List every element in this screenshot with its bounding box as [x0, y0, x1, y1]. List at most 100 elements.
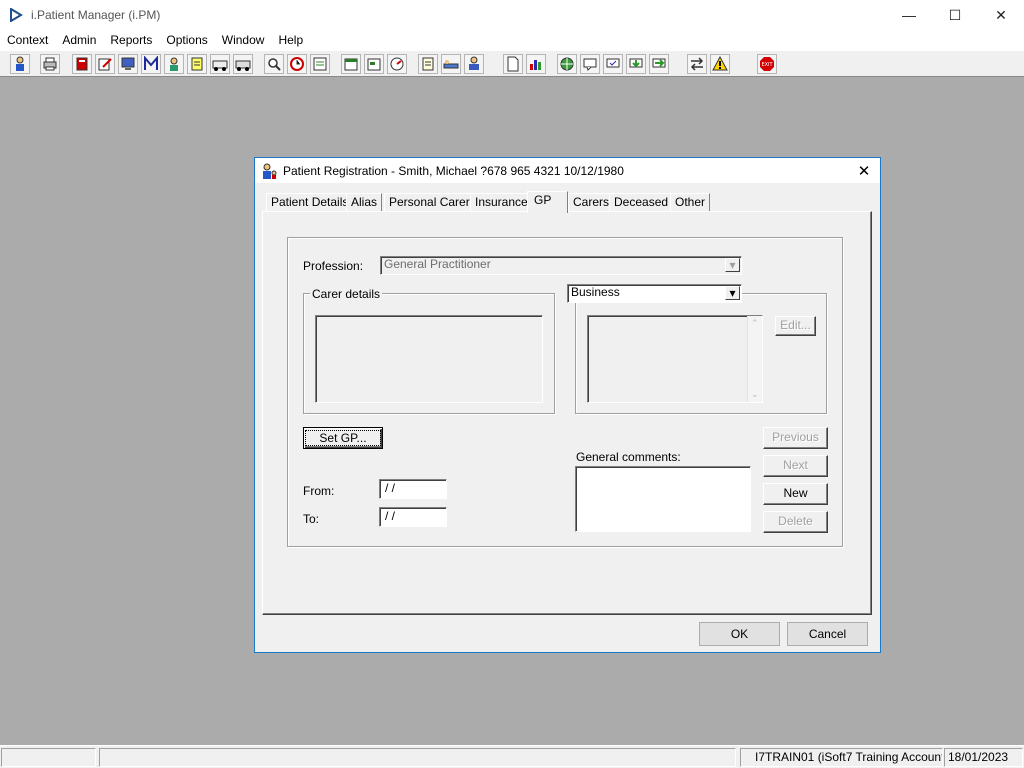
general-comments-label: General comments: — [576, 450, 681, 464]
form-icon — [367, 58, 381, 71]
cancel-button[interactable]: Cancel — [787, 622, 868, 646]
set-gp-button[interactable]: Set GP... — [303, 427, 383, 449]
chevron-down-icon[interactable]: ▾ — [725, 286, 740, 300]
contact-scrollbar[interactable]: ⌃ ⌄ — [747, 316, 762, 402]
toolbar-book-button[interactable] — [72, 54, 92, 74]
bed-icon — [443, 60, 459, 69]
toolbar-message-check-button[interactable] — [603, 54, 623, 74]
ok-button[interactable]: OK — [699, 622, 780, 646]
person-icon — [16, 56, 24, 71]
globe-icon — [560, 57, 574, 71]
menu-window[interactable]: Window — [215, 33, 272, 47]
monitor-icon — [121, 57, 135, 70]
tab-patient-details[interactable]: Patient Details — [266, 193, 354, 212]
toolbar-warning-button[interactable] — [710, 54, 730, 74]
toolbar-ambulance-button[interactable] — [210, 54, 230, 74]
contact-details-box: ⌃ ⌄ — [587, 315, 763, 403]
toolbar-message-button[interactable] — [580, 54, 600, 74]
menu-help[interactable]: Help — [271, 33, 310, 47]
edit-button[interactable]: Edit... — [775, 316, 816, 336]
next-button[interactable]: Next — [763, 455, 828, 477]
profession-value: General Practitioner — [384, 257, 491, 271]
toolbar-gauge-button[interactable] — [387, 54, 407, 74]
delete-button[interactable]: Delete — [763, 511, 828, 533]
new-button[interactable]: New — [763, 483, 828, 505]
toolbar-globe-button[interactable] — [557, 54, 577, 74]
maximize-button[interactable]: ☐ — [932, 0, 978, 30]
toolbar-form-button[interactable] — [364, 54, 384, 74]
svg-text:EXIT: EXIT — [761, 62, 773, 68]
toolbar-message-in-button[interactable] — [626, 54, 646, 74]
scroll-down-icon[interactable]: ⌄ — [751, 389, 759, 400]
toolbar-m-button[interactable] — [141, 54, 161, 74]
set-gp-label: Set GP... — [305, 430, 381, 446]
carer-details-box — [315, 315, 543, 403]
contact-type-value: Business — [571, 285, 620, 299]
tab-gp[interactable]: GP — [527, 191, 568, 213]
menu-context[interactable]: Context — [0, 33, 55, 47]
toolbar-notes-button[interactable] — [187, 54, 207, 74]
scroll-up-icon[interactable]: ⌃ — [751, 318, 759, 329]
toolbar-clock-button[interactable] — [287, 54, 307, 74]
edit-record-icon — [98, 58, 112, 71]
menu-options[interactable]: Options — [159, 33, 214, 47]
toolbar-page-button[interactable] — [503, 54, 523, 74]
previous-button[interactable]: Previous — [763, 427, 828, 449]
toolbar-swap-button[interactable] — [687, 54, 707, 74]
doctor-patient-icon — [263, 163, 277, 179]
doctor-icon — [170, 57, 178, 71]
toolbar: EXIT — [0, 50, 1024, 77]
profession-label: Profession: — [303, 259, 364, 273]
status-cell-2 — [99, 748, 736, 767]
toolbar-calendar-button[interactable] — [341, 54, 361, 74]
status-account: I7TRAIN01 (iSoft7 Training Account) — [740, 748, 943, 767]
message-in-icon — [629, 58, 643, 68]
toolbar-print-button[interactable] — [40, 54, 60, 74]
menu-admin[interactable]: Admin — [55, 33, 103, 47]
toolbar-document-button[interactable] — [418, 54, 438, 74]
tab-personal-carers[interactable]: Personal Carers — [384, 193, 481, 212]
toolbar-search-button[interactable] — [264, 54, 284, 74]
close-window-button[interactable]: ✕ — [978, 0, 1024, 30]
message-icon — [583, 58, 597, 71]
toolbar-patient-button[interactable] — [10, 54, 30, 74]
menu-reports[interactable]: Reports — [103, 33, 159, 47]
toolbar-bed-button[interactable] — [441, 54, 461, 74]
tab-insurance[interactable]: Insurance — [470, 193, 533, 212]
toolbar-chart-button[interactable] — [526, 54, 546, 74]
menu-bar: Context Admin Reports Options Window Hel… — [0, 30, 1024, 50]
tab-other[interactable]: Other — [670, 193, 711, 212]
document-icon — [422, 57, 434, 71]
contact-type-select[interactable]: Business ▾ — [567, 284, 742, 303]
toolbar-doctor-button[interactable] — [164, 54, 184, 74]
warning-icon — [712, 56, 728, 71]
toolbar-vehicle2-button[interactable] — [233, 54, 253, 74]
swap-arrows-icon — [690, 57, 704, 71]
toolbar-message-out-button[interactable] — [649, 54, 669, 74]
exit-stop-icon: EXIT — [760, 57, 774, 71]
gauge-icon — [390, 57, 404, 71]
toolbar-screen-button[interactable] — [118, 54, 138, 74]
tab-alias[interactable]: Alias — [346, 193, 383, 212]
toolbar-exit-button[interactable]: EXIT — [757, 54, 777, 74]
general-comments-input[interactable] — [575, 466, 751, 532]
toolbar-edit-record-button[interactable] — [95, 54, 115, 74]
dialog-close-button[interactable]: ✕ — [854, 161, 874, 181]
clock-icon — [290, 57, 304, 71]
app-play-icon — [10, 8, 23, 22]
toolbar-list-button[interactable] — [310, 54, 330, 74]
profession-select[interactable]: General Practitioner ▾ — [380, 256, 742, 275]
minimize-button[interactable]: — — [886, 0, 932, 30]
tab-carers[interactable]: Carers — [568, 193, 615, 212]
calendar-icon — [344, 58, 358, 71]
status-date: 18/01/2023 — [944, 748, 1023, 767]
to-date-field[interactable]: / / — [379, 507, 447, 527]
toolbar-admit-button[interactable] — [464, 54, 484, 74]
printer-icon — [43, 57, 57, 71]
chevron-down-icon[interactable]: ▾ — [725, 258, 740, 272]
bar-chart-icon — [530, 60, 541, 70]
tab-deceased[interactable]: Deceased — [609, 193, 674, 212]
vehicle-icon — [235, 60, 251, 71]
status-cell-1 — [1, 748, 96, 767]
from-date-field[interactable]: / / — [379, 479, 447, 499]
